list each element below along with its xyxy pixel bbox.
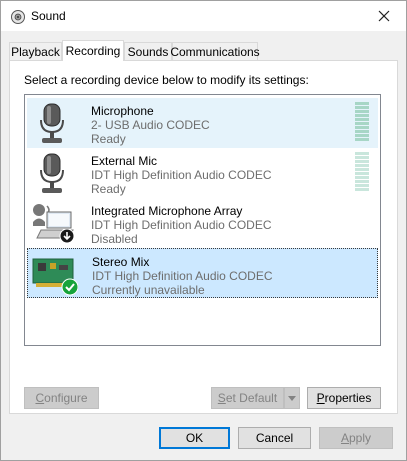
device-status: Currently unavailable [92,283,205,297]
microphone-icon [40,153,64,193]
device-row-integrated-array[interactable]: Integrated Microphone Array IDT High Def… [27,198,378,248]
properties-mnemonic: P [316,391,325,405]
speaker-icon [11,10,25,24]
set-default-label: et Default [225,391,278,405]
laptop-microphone-disabled-icon [33,204,75,244]
device-name: Microphone [91,104,154,118]
chevron-down-icon [288,395,296,401]
properties-label: roperties [324,391,372,405]
device-status: Disabled [91,232,138,246]
set-default-button[interactable]: Set Default [211,387,284,409]
configure-mnemonic: C [35,391,45,405]
device-driver: 2- USB Audio CODEC [91,118,210,132]
device-driver: IDT High Definition Audio CODEC [91,168,272,182]
ok-button[interactable]: OK [159,427,230,449]
apply-label: pply [349,431,372,445]
device-name: Stereo Mix [92,255,150,269]
configure-label: onfigure [44,391,88,405]
device-driver: IDT High Definition Audio CODEC [91,218,272,232]
configure-button[interactable]: Configure [24,387,99,409]
device-status: Ready [91,182,126,196]
close-button[interactable] [362,1,406,31]
device-driver: IDT High Definition Audio CODEC [92,269,273,283]
level-meter [355,152,369,194]
device-row-stereo-mix[interactable]: Stereo Mix IDT High Definition Audio COD… [27,248,378,298]
recording-panel: Select a recording device below to modif… [9,60,398,414]
sound-card-default-icon [32,258,78,296]
tab-recording[interactable]: Recording [62,40,124,61]
device-row-microphone[interactable]: Microphone 2- USB Audio CODEC Ready [27,98,378,148]
device-row-external-mic[interactable]: External Mic IDT High Definition Audio C… [27,148,378,198]
close-icon [378,10,390,22]
device-status: Ready [91,132,126,146]
properties-button[interactable]: Properties [307,387,381,409]
tab-sounds[interactable]: Sounds [124,42,172,60]
window-title: Sound [31,9,66,23]
apply-mnemonic: A [340,431,349,445]
set-default-mnemonic: S [217,391,226,405]
microphone-icon [40,103,64,143]
apply-button[interactable]: Apply [319,427,393,449]
device-name: Integrated Microphone Array [91,204,243,218]
set-default-dropdown[interactable] [284,387,300,409]
tab-communications[interactable]: Communications [170,42,260,60]
sound-dialog: Sound Playback Recording Sounds Communic… [0,0,407,461]
level-meter [355,102,369,144]
cancel-button[interactable]: Cancel [238,427,311,449]
device-name: External Mic [91,154,158,168]
instruction-text: Select a recording device below to modif… [24,73,309,87]
title-bar: Sound [1,1,406,31]
tab-playback[interactable]: Playback [9,42,62,60]
device-list[interactable]: Microphone 2- USB Audio CODEC Ready Exte… [24,94,381,346]
